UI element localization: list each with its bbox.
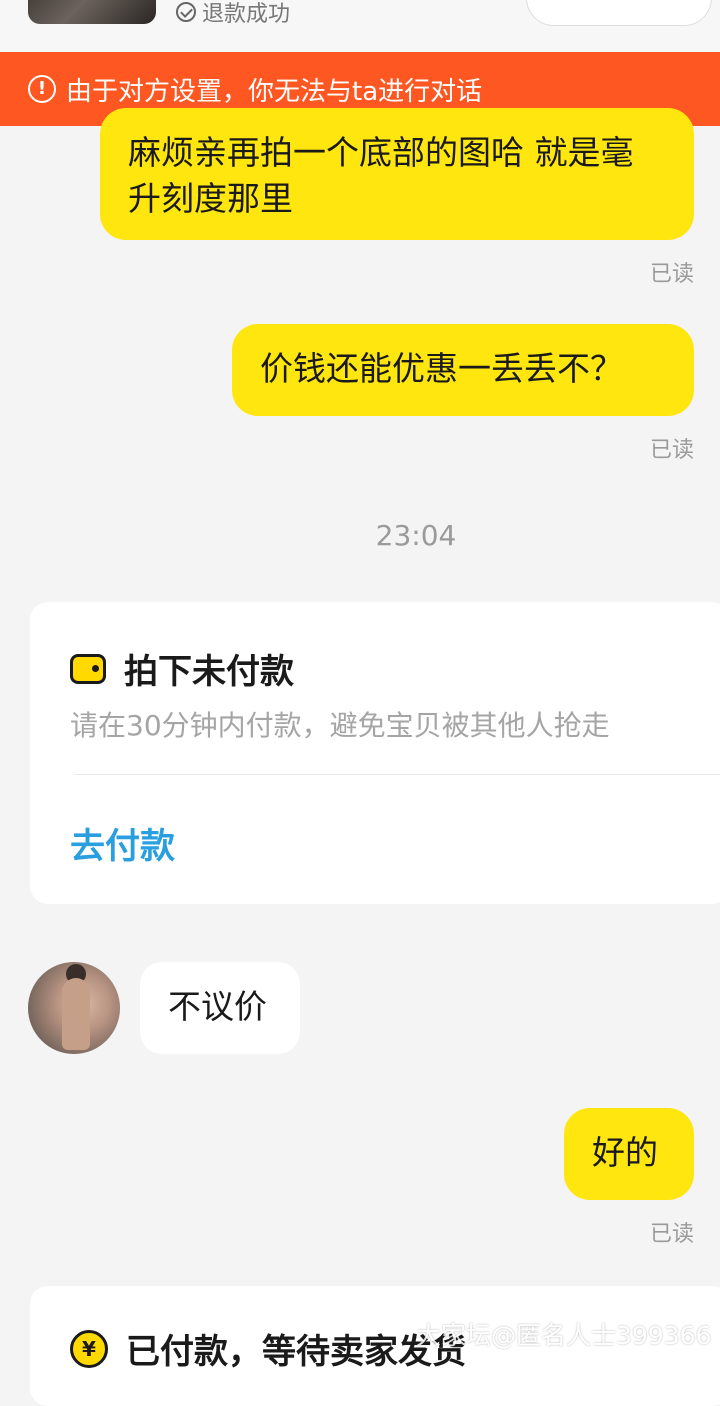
message-timestamp: 23:04 (375, 519, 457, 552)
message-text: 麻烦亲再拍一个底部的图哈 就是毫升刻度那里 (128, 133, 634, 218)
wallet-icon (70, 653, 106, 684)
go-pay-button[interactable]: 去付款 (70, 818, 175, 869)
order-card-subtitle: 请在30分钟内付款，避免宝贝被其他人抢走 (70, 709, 610, 742)
order-status-card[interactable]: 拍下未付款 请在30分钟内付款，避免宝贝被其他人抢走 去付款 (30, 602, 720, 904)
message-text: 价钱还能优惠一丢丢不？ (260, 349, 623, 388)
product-thumbnail[interactable] (28, 0, 156, 24)
message-text: 不议价 (168, 987, 267, 1026)
outgoing-message-bubble[interactable]: 价钱还能优惠一丢丢不？ (232, 324, 694, 416)
message-text: 好的 (592, 1133, 658, 1172)
refund-status: 退款成功 (176, 0, 290, 28)
outgoing-message-bubble[interactable]: 麻烦亲再拍一个底部的图哈 就是毫升刻度那里 (100, 108, 694, 240)
order-card-title: 已付款，等待卖家发货 (126, 1332, 466, 1372)
read-receipt: 已读 (649, 262, 694, 287)
read-receipt: 已读 (649, 438, 694, 463)
refund-status-label: 退款成功 (202, 2, 291, 27)
avatar-figure-body (62, 978, 90, 1050)
warning-text: 由于对方设置，你无法与ta进行对话 (66, 76, 483, 107)
header-action-button[interactable] (526, 0, 712, 26)
incoming-message-bubble[interactable]: 不议价 (140, 962, 300, 1054)
outgoing-message-bubble[interactable]: 好的 (564, 1108, 694, 1200)
read-receipt: 已读 (649, 1222, 694, 1247)
card-divider (74, 774, 720, 775)
alert-circle-icon: ! (28, 75, 56, 103)
watermark: 大家坛@匿名人士399366 (416, 1321, 712, 1350)
check-circle-icon (176, 2, 196, 22)
order-card-title: 拍下未付款 (124, 652, 294, 692)
seller-avatar[interactable] (28, 962, 120, 1054)
order-card-header: 拍下未付款 (70, 644, 294, 693)
order-card-header: ¥ 已付款，等待卖家发货 (70, 1324, 466, 1373)
chat-header: 退款成功 (0, 0, 720, 52)
